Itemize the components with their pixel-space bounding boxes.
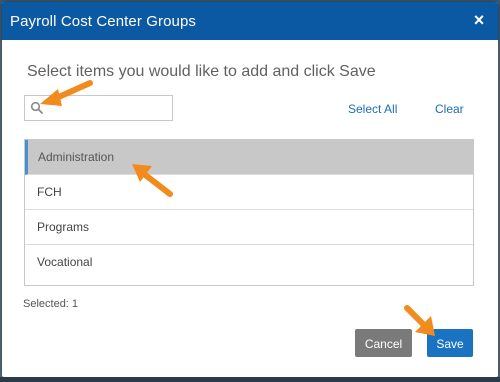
selected-count: Selected: 1: [23, 298, 79, 310]
cancel-button[interactable]: Cancel: [355, 329, 412, 357]
select-all-link[interactable]: Select All: [348, 102, 397, 116]
background-footer: [0, 377, 500, 382]
list-item-vocational[interactable]: Vocational: [25, 245, 473, 280]
search-input[interactable]: [47, 98, 167, 116]
dialog-header: Payroll Cost Center Groups ×: [2, 2, 498, 40]
instruction-text: Select items you would like to add and c…: [27, 63, 376, 80]
list-item-administration[interactable]: Administration: [25, 140, 473, 175]
search-box[interactable]: [24, 95, 173, 121]
close-icon[interactable]: ×: [470, 11, 488, 29]
save-button[interactable]: Save: [427, 329, 473, 357]
dialog-title: Payroll Cost Center Groups: [10, 13, 197, 30]
search-icon: [30, 101, 43, 114]
list-item-fch[interactable]: FCH: [25, 175, 473, 210]
items-list: Administration FCH Programs Vocational: [24, 139, 474, 286]
payroll-cost-center-groups-dialog: Payroll Cost Center Groups × Select item…: [2, 2, 498, 377]
list-item-programs[interactable]: Programs: [25, 210, 473, 245]
clear-link[interactable]: Clear: [435, 102, 464, 116]
